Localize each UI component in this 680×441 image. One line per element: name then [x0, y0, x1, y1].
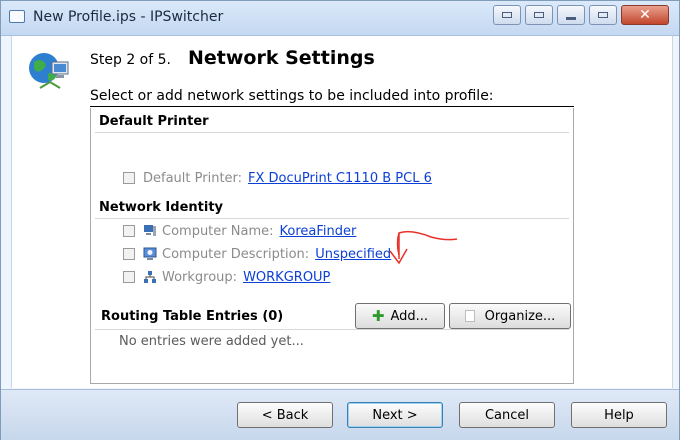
computer-name-checkbox[interactable] [123, 225, 135, 237]
network-globe-icon [29, 53, 69, 89]
monitor-description-icon [143, 247, 157, 260]
instruction-divider [90, 106, 574, 107]
help-button[interactable]: Help [571, 402, 667, 428]
computer-icon [144, 225, 156, 236]
settings-panel[interactable]: Default Printer Default Printer: FX Docu… [90, 108, 574, 384]
default-printer-checkbox[interactable] [123, 172, 135, 184]
add-route-label: Add... [390, 308, 429, 324]
workgroup-icon [144, 271, 156, 283]
network-identity-heading: Network Identity [99, 200, 224, 215]
cancel-button[interactable]: Cancel [459, 402, 555, 428]
step-indicator: Step 2 of 5. [90, 52, 171, 68]
add-route-button[interactable]: ✚ Add... [355, 303, 445, 329]
workgroup-link[interactable]: WORKGROUP [243, 270, 330, 285]
wizard-window: New Profile.ips - IPSwitcher ✕ Step 2 of… [0, 0, 680, 440]
extra-button-2[interactable] [525, 5, 553, 25]
title-buttons: ✕ [493, 5, 669, 25]
maximize-button[interactable] [589, 5, 617, 25]
next-button[interactable]: Next > [347, 402, 443, 428]
window-title: New Profile.ips - IPSwitcher [33, 9, 224, 25]
close-button[interactable]: ✕ [621, 5, 669, 25]
plus-icon: ✚ [371, 307, 385, 325]
window-icon [9, 10, 25, 23]
computer-description-checkbox[interactable] [123, 248, 135, 260]
page-title: Network Settings [188, 47, 375, 69]
organize-label: Organize... [484, 308, 556, 324]
extra-button-1[interactable] [493, 5, 521, 25]
computer-name-label: Computer Name: [162, 223, 274, 239]
computer-description-label: Computer Description: [162, 246, 310, 262]
computer-name-link[interactable]: KoreaFinder [280, 224, 357, 239]
workgroup-label: Workgroup: [162, 269, 238, 285]
close-icon: ✕ [639, 7, 651, 23]
section-divider [95, 329, 569, 330]
workgroup-row: Workgroup: WORKGROUP [123, 268, 330, 286]
computer-description-link[interactable]: Unspecified [315, 247, 391, 262]
default-printer-label: Default Printer: [143, 170, 243, 186]
default-printer-row: Default Printer: FX DocuPrint C1110 B PC… [123, 169, 432, 187]
wizard-footer: < Back Next > Cancel Help [1, 389, 679, 440]
computer-name-row: Computer Name: KoreaFinder [123, 222, 356, 240]
minimize-button[interactable] [557, 5, 585, 25]
workgroup-checkbox[interactable] [123, 271, 135, 283]
default-printer-heading: Default Printer [99, 114, 209, 129]
title-bar: New Profile.ips - IPSwitcher ✕ [1, 1, 679, 36]
back-button[interactable]: < Back [237, 402, 333, 428]
computer-description-row: Computer Description: Unspecified [123, 245, 391, 263]
organize-button[interactable]: Organize... [449, 303, 571, 329]
wizard-content: Step 2 of 5. Network Settings Select or … [11, 36, 673, 388]
document-icon [464, 310, 475, 322]
instruction-text: Select or add network settings to be inc… [90, 88, 494, 104]
section-divider [95, 132, 569, 133]
section-divider [95, 218, 569, 219]
default-printer-link[interactable]: FX DocuPrint C1110 B PCL 6 [248, 171, 432, 186]
routing-heading: Routing Table Entries (0) [101, 309, 284, 324]
routing-empty-text: No entries were added yet... [119, 334, 304, 349]
